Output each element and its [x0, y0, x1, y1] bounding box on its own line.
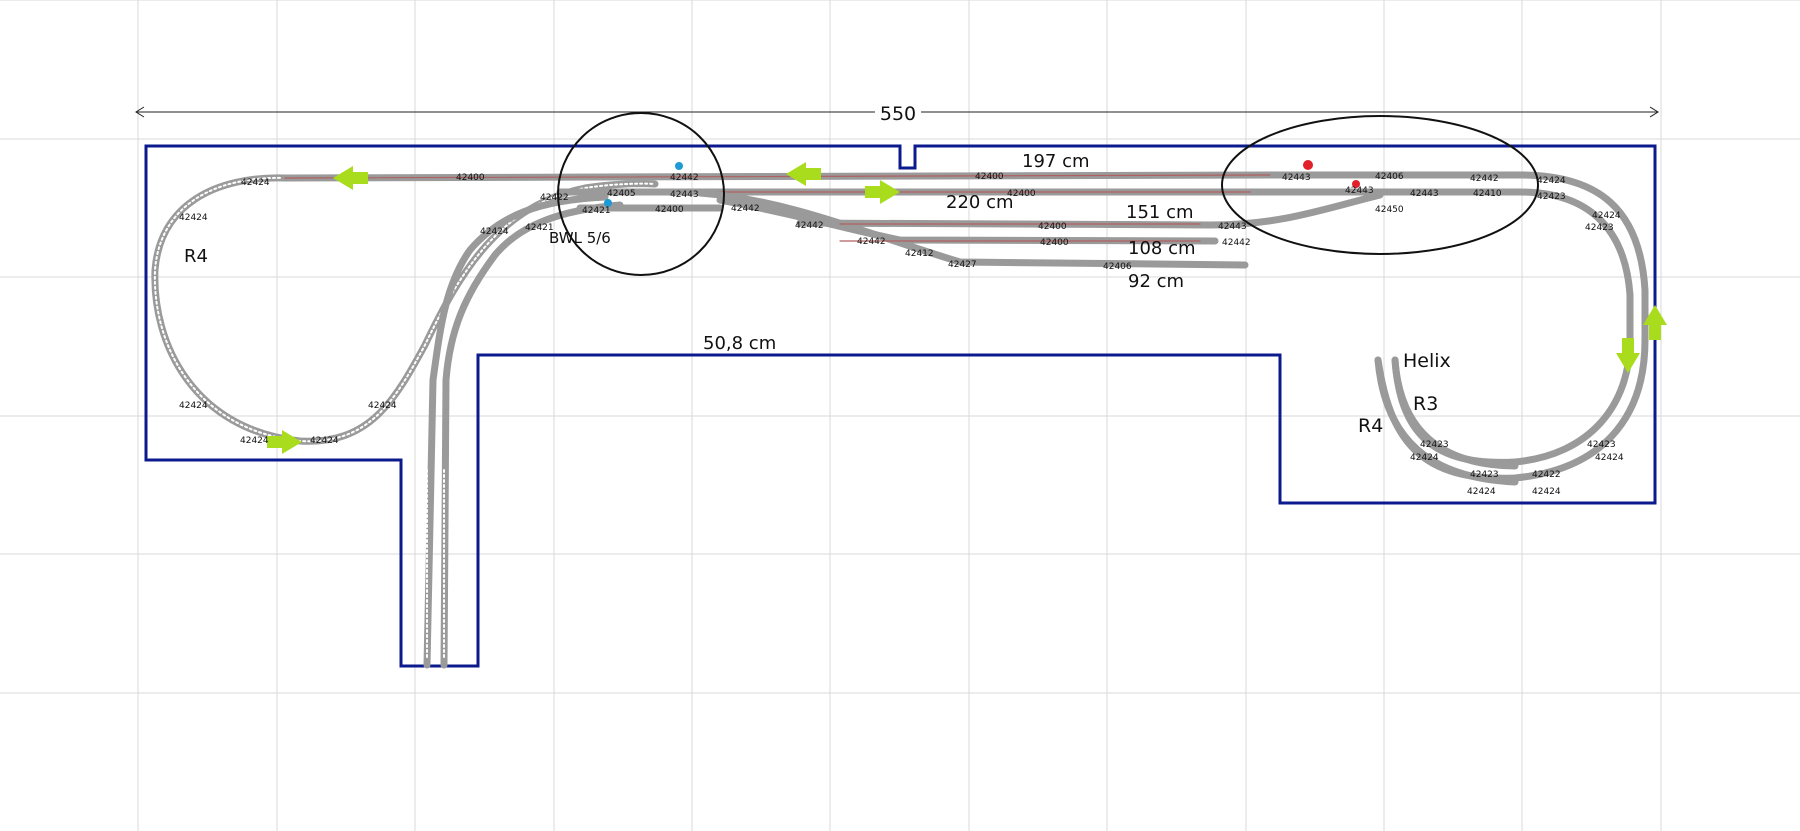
label-r4-right: R4 — [1358, 415, 1383, 437]
part-number: 42400 — [456, 173, 485, 183]
part-number: 42427 — [948, 260, 977, 270]
part-number: 42442 — [795, 221, 824, 231]
part-number: 42424 — [1532, 487, 1561, 497]
part-number: 42442 — [1470, 174, 1499, 184]
part-number: 42443 — [1345, 186, 1374, 196]
dimension-total-label: 550 — [880, 103, 916, 125]
part-number: 42423 — [1587, 440, 1616, 450]
dimension-151-label: 151 cm — [1126, 202, 1194, 223]
part-number: 42421 — [582, 206, 611, 216]
part-number: 42410 — [1473, 189, 1502, 199]
part-number: 42423 — [1585, 223, 1614, 233]
dimension-labels: 197 cm 220 cm 151 cm 108 cm 92 cm 50,8 c… — [703, 151, 1196, 354]
arrow-down-icon — [1616, 338, 1640, 373]
part-number: 42442 — [670, 173, 699, 183]
part-number: 42400 — [975, 172, 1004, 182]
part-number: 42443 — [670, 190, 699, 200]
part-number: 42424 — [179, 213, 208, 223]
label-bwl: BWL 5/6 — [549, 229, 611, 247]
track-left-loop — [151, 174, 659, 445]
part-number: 42400 — [1007, 189, 1036, 199]
part-number: 42422 — [1532, 470, 1561, 480]
part-number: 42424 — [1595, 453, 1624, 463]
part-number: 42421 — [525, 223, 554, 233]
arrow-right-middle-icon — [865, 180, 900, 204]
part-number: 42422 — [540, 193, 569, 203]
arrow-left-top-icon — [333, 166, 368, 190]
track-second — [556, 188, 1634, 466]
part-number: 42424 — [240, 436, 269, 446]
part-number: 42443 — [1282, 173, 1311, 183]
part-number: 42424 — [241, 178, 270, 188]
part-number: 42442 — [731, 204, 760, 214]
part-number: 42424 — [368, 401, 397, 411]
circle-right-junction — [1221, 115, 1539, 255]
part-number: 42412 — [905, 249, 934, 259]
part-number: 42442 — [857, 237, 886, 247]
label-r3: R3 — [1413, 393, 1438, 415]
part-number: 42424 — [480, 227, 509, 237]
part-number: 42406 — [1103, 262, 1132, 272]
arrow-left-middle-icon — [786, 162, 821, 186]
part-number: 42400 — [1038, 222, 1067, 232]
part-number: 42400 — [1040, 238, 1069, 248]
dimension-197-label: 197 cm — [1022, 151, 1090, 172]
track-plan-canvas: 550 197 cm 220 cm 151 cm 108 cm 92 cm 50… — [0, 0, 1800, 831]
part-number: 42443 — [1410, 189, 1439, 199]
dimension-92-label: 92 cm — [1128, 271, 1184, 292]
part-number: 42424 — [310, 436, 339, 446]
part-number: 42424 — [1467, 487, 1496, 497]
part-number: 42423 — [1420, 440, 1449, 450]
marker-red-top — [1303, 160, 1313, 170]
label-r4-left: R4 — [184, 246, 208, 267]
dimension-220-label: 220 cm — [946, 192, 1014, 213]
part-number: 42424 — [1592, 211, 1621, 221]
part-number: 42424 — [1410, 453, 1439, 463]
part-number: 42423 — [1470, 470, 1499, 480]
label-helix: Helix — [1403, 350, 1451, 372]
track-s-branch — [423, 193, 624, 669]
part-number: 42443 — [1218, 222, 1247, 232]
part-number: 42400 — [655, 205, 684, 215]
part-number: 42424 — [1537, 176, 1566, 186]
part-number: 42423 — [1537, 192, 1566, 202]
dimension-108-label: 108 cm — [1128, 238, 1196, 259]
dimension-50-label: 50,8 cm — [703, 333, 776, 354]
track-layer — [151, 171, 1649, 669]
part-number: 42450 — [1375, 205, 1404, 215]
part-number: 42406 — [1375, 172, 1404, 182]
marker-blue-top — [675, 162, 683, 170]
part-number: 42442 — [1222, 238, 1251, 248]
part-number: 42424 — [179, 401, 208, 411]
part-number: 42405 — [607, 189, 636, 199]
track-helix — [1374, 356, 1519, 486]
